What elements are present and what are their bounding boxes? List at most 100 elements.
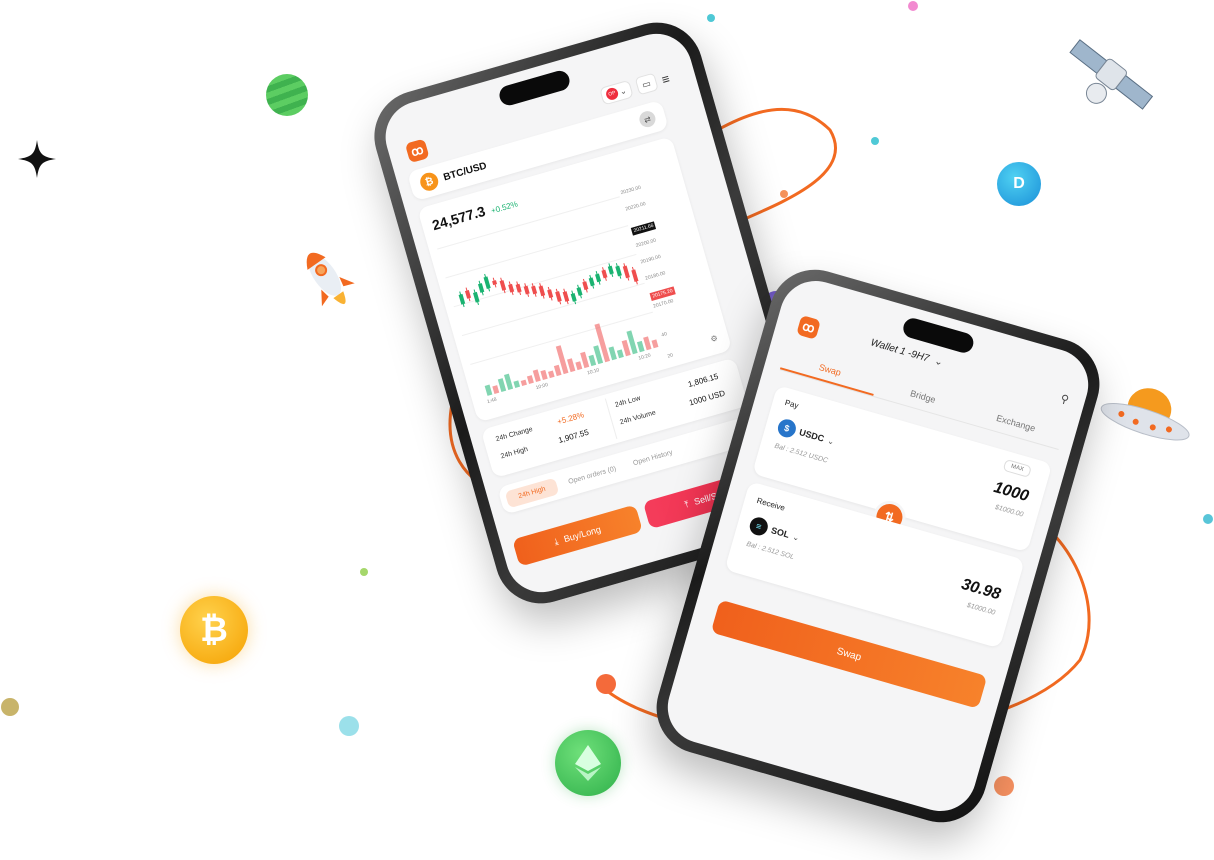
- volume-bar: [621, 339, 631, 357]
- volume-bar: [540, 369, 548, 381]
- volume-bar: [575, 361, 583, 371]
- volume-bar: [520, 379, 527, 387]
- app-logo-icon[interactable]: ꝏ: [404, 138, 430, 164]
- usdc-icon: $: [775, 417, 799, 440]
- change-label: 24h Change: [494, 425, 534, 444]
- dash-coin-icon: D: [997, 162, 1041, 206]
- candle: [538, 285, 546, 297]
- volume-value: 1000 USD: [688, 388, 727, 408]
- candle: [595, 273, 602, 283]
- network-selector[interactable]: OP ⌄: [599, 79, 634, 106]
- dot: [1203, 514, 1213, 524]
- candle: [477, 283, 485, 293]
- chevron-down-icon: ⌄: [791, 531, 801, 543]
- candle: [499, 280, 507, 291]
- candle: [464, 289, 472, 299]
- dot: [596, 674, 616, 694]
- dot: [994, 776, 1014, 796]
- candle: [570, 292, 577, 302]
- volume-bar: [484, 384, 493, 396]
- pair-label: BTC/USD: [442, 160, 488, 183]
- receive-amount[interactable]: 30.98: [959, 576, 1002, 604]
- pay-label: Pay: [783, 397, 800, 411]
- grid-line: [445, 225, 629, 279]
- dot: [707, 14, 715, 22]
- chevron-down-icon: ⌄: [933, 355, 945, 369]
- dot: [1, 698, 19, 716]
- candle: [458, 293, 466, 305]
- low-label: 24h Low: [614, 394, 642, 409]
- volume-bar: [616, 349, 624, 359]
- volume-bar: [492, 385, 500, 394]
- wallet-label: Wallet 1 -9H7: [869, 337, 931, 365]
- candle: [607, 265, 614, 275]
- receive-token: SOL: [769, 525, 791, 540]
- upload-icon: ⤒: [683, 498, 690, 510]
- volume-bar: [651, 339, 659, 349]
- candle: [622, 265, 630, 279]
- receive-label: Receive: [755, 496, 786, 513]
- buy-long-button[interactable]: ⤓ Buy/Long: [512, 504, 643, 567]
- dynamic-island: [497, 68, 572, 108]
- ufo-icon: [1100, 388, 1190, 441]
- pin-icon[interactable]: ⚲: [1059, 392, 1070, 407]
- axis-price-highlight: 20211.66: [630, 221, 657, 236]
- sparkle-icon: [18, 140, 56, 178]
- volume-bar: [548, 370, 555, 379]
- green-planet-icon: [266, 74, 308, 116]
- candle: [555, 291, 562, 302]
- wallet-icon[interactable]: ▭: [634, 72, 659, 96]
- pay-token: USDC: [798, 427, 826, 444]
- network-badge-icon: OP: [604, 86, 620, 102]
- swap-pair-icon[interactable]: ⇄: [637, 109, 658, 130]
- buy-long-label: Buy/Long: [562, 524, 602, 545]
- low-value: 1,806.15: [686, 371, 720, 390]
- app-logo-icon[interactable]: ꝏ: [796, 315, 821, 340]
- candle: [615, 265, 622, 277]
- grid-line: [453, 253, 637, 308]
- receive-token-selector[interactable]: ≡ SOL ⌄: [747, 515, 802, 546]
- receive-usd-value: $1000.00: [965, 601, 996, 617]
- sol-icon: ≡: [747, 515, 770, 538]
- dot: [780, 190, 788, 198]
- satellite-icon: [1069, 39, 1154, 110]
- bitcoin-icon: ₿: [418, 170, 441, 193]
- pay-usd-value: $1000.00: [994, 503, 1025, 519]
- volume-bar: [504, 373, 514, 390]
- dot: [908, 1, 918, 11]
- tab-open-orders[interactable]: Open orders (0): [560, 459, 624, 492]
- candle: [576, 287, 583, 296]
- bitcoin-coin-icon: ₿: [180, 596, 248, 664]
- volume-bar: [608, 346, 617, 361]
- candle: [492, 280, 498, 286]
- volume-label: 24h Volume: [619, 409, 657, 427]
- tab-24h-high[interactable]: 24h High: [504, 477, 560, 508]
- volume-bar: [588, 354, 597, 367]
- download-icon: ⤓: [552, 535, 560, 547]
- rocket-icon: [306, 252, 355, 307]
- volume-bar: [532, 369, 541, 383]
- pay-amount[interactable]: 1000: [991, 479, 1031, 506]
- candle: [582, 281, 589, 291]
- candle: [531, 285, 538, 295]
- tab-open-history[interactable]: Open History: [625, 442, 680, 473]
- volume-bar: [567, 358, 576, 373]
- volume-bar: [580, 351, 590, 369]
- candle: [562, 291, 570, 302]
- candle: [547, 289, 554, 299]
- volume-bar: [497, 378, 507, 392]
- price-change: +0.52%: [490, 199, 519, 216]
- max-button[interactable]: MAX: [1002, 458, 1032, 478]
- candle: [631, 269, 639, 282]
- high-label: 24h High: [499, 446, 529, 461]
- menu-icon[interactable]: ≡: [660, 70, 671, 87]
- chevron-down-icon: ⌄: [618, 85, 628, 97]
- candle: [588, 277, 595, 287]
- dot: [339, 716, 359, 736]
- candle: [523, 285, 530, 295]
- change-value: +5.28%: [556, 410, 586, 427]
- ethereum-coin-icon: [555, 730, 621, 796]
- volume-bar: [553, 364, 562, 377]
- volume-bar: [526, 375, 534, 385]
- volume-bar: [513, 380, 521, 388]
